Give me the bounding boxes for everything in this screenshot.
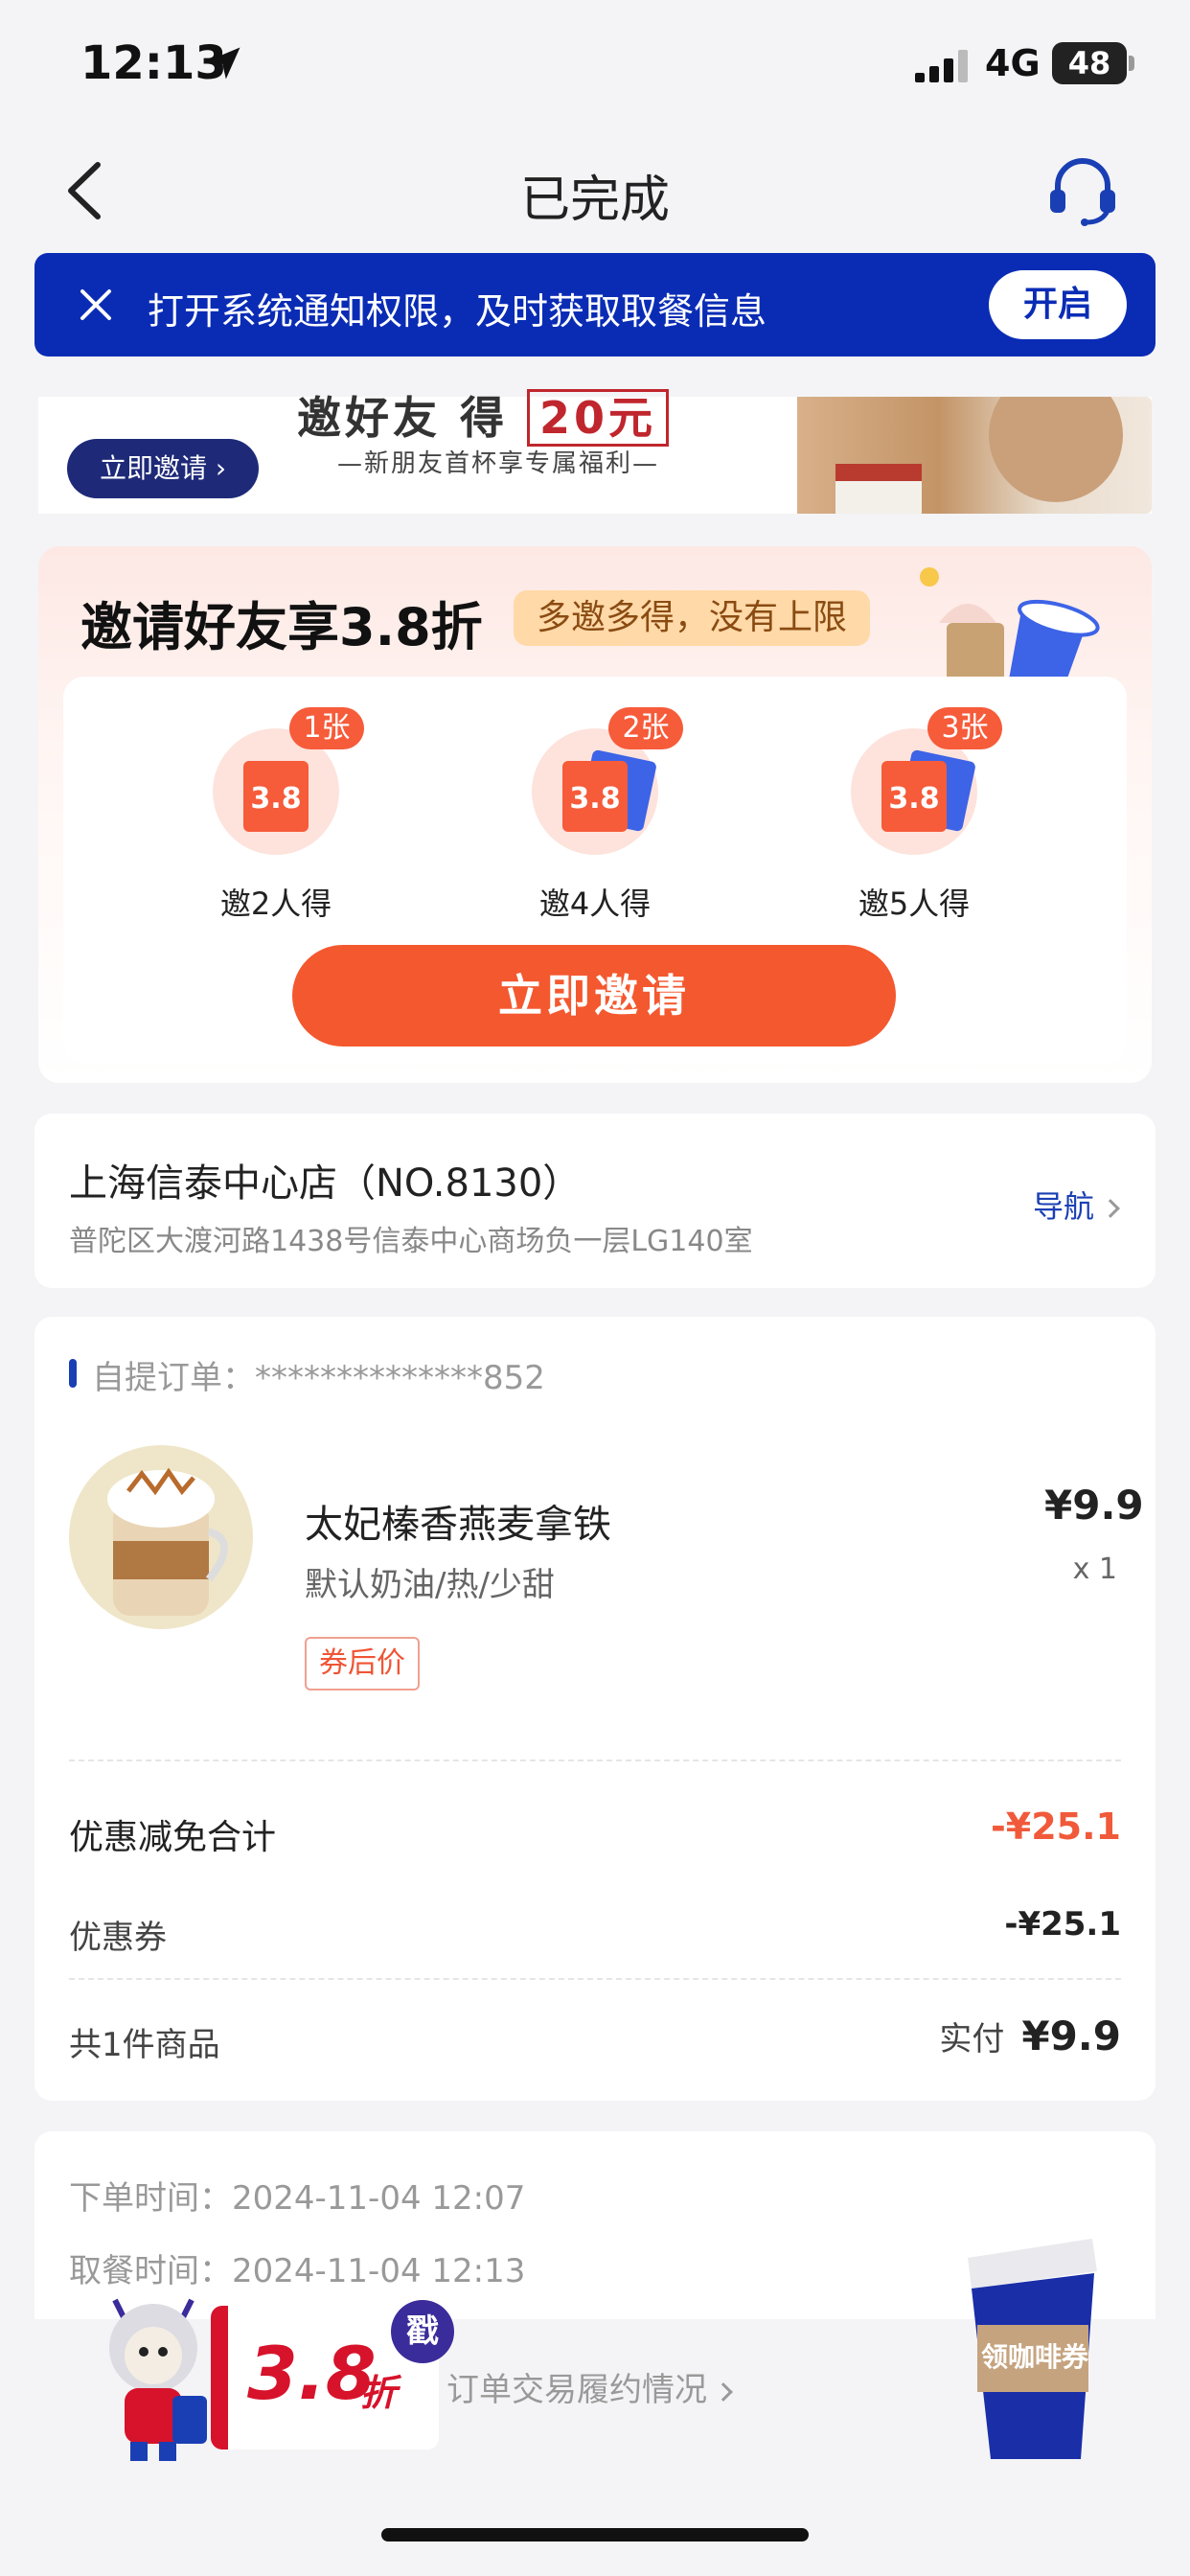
product-image (69, 1445, 253, 1629)
divider (69, 1978, 1121, 1980)
signal-icon (915, 50, 968, 82)
battery-icon: 48 (1052, 42, 1127, 84)
enable-notification-button[interactable]: 开启 (989, 270, 1127, 339)
paid-value: ¥9.9 (1021, 2012, 1121, 2059)
after-coupon-tag: 券后价 (305, 1637, 420, 1690)
invite-tier-2: 3.8 2张 邀4人得 (499, 707, 691, 924)
tier-badge: 1张 (289, 707, 364, 749)
product-spec: 默认奶油/热/少甜 (305, 1566, 555, 1604)
coupon-ticket-icon: 3.8 (881, 761, 947, 832)
coupon-value: -¥25.1 (1004, 1905, 1121, 1944)
close-icon[interactable] (75, 284, 117, 326)
section-marker (69, 1359, 77, 1388)
ticket-circle: 3.8 2张 (532, 707, 683, 855)
discount-unit: 折 (360, 2372, 398, 2414)
order-number: 自提订单：**************852 (92, 1359, 545, 1397)
order-card (34, 1317, 1156, 2101)
paid-amount: 实付 ¥9.9 (939, 2012, 1121, 2059)
tier-badge: 2张 (608, 707, 683, 749)
navigate-button[interactable]: 导航 (1033, 1183, 1120, 1227)
item-count: 共1件商品 (69, 2026, 220, 2064)
battery-tip (1129, 56, 1134, 71)
promo-subline: —新朋友首杯享专属福利— (337, 449, 660, 478)
tier-label: 邀2人得 (219, 886, 332, 922)
paid-label: 实付 (939, 2020, 1005, 2058)
invite-tier-3: 3.8 3张 邀5人得 (818, 707, 1010, 924)
product-name: 太妃榛香燕麦拿铁 (305, 1503, 611, 1547)
invite-tag: 多邀多得，没有上限 (514, 590, 871, 646)
network-type: 4G (985, 42, 1041, 84)
promo-photo (797, 397, 1152, 514)
invite-tier-1: 3.8 1张 邀2人得 (180, 707, 372, 924)
chevron-right-icon (1101, 1199, 1120, 1218)
chevron-right-icon (714, 2381, 733, 2402)
tier-badge: 3张 (927, 707, 1002, 749)
store-address: 普陀区大渡河路1438号信泰中心商场负一层LG140室 (69, 1225, 753, 1258)
tier-label: 邀4人得 (538, 886, 652, 922)
promo-headline: 邀好友 得 20元 (297, 383, 670, 447)
deer-mascot-icon (109, 2298, 207, 2461)
order-time: 下单时间：2024-11-04 12:07 (69, 2179, 526, 2218)
home-indicator (381, 2528, 809, 2542)
tier-label: 邀5人得 (858, 886, 971, 922)
coupon-label: 优惠券 (69, 1919, 167, 1957)
location-arrow-icon (208, 47, 240, 80)
product-price: ¥9.9 (1044, 1482, 1144, 1529)
coupon-ticket-icon: 3.8 (243, 761, 309, 832)
discount-total-label: 优惠减免合计 (69, 1818, 277, 1857)
ticket-circle: 3.8 1张 (213, 707, 364, 855)
store-name: 上海信泰中心店（NO.8130） (69, 1162, 582, 1206)
discount-number: 3.8 (247, 2331, 377, 2416)
promo-invite-button[interactable]: 立即邀请 › (67, 439, 259, 498)
promo-amount: 20元 (527, 389, 670, 447)
invite-title: 邀请好友享3.8折 (80, 597, 483, 657)
customer-service-headset-icon[interactable] (1044, 153, 1121, 226)
discount-total-value: -¥25.1 (991, 1806, 1121, 1848)
product-quantity: x 1 (1072, 1552, 1117, 1586)
coupon-ticket-icon: 3.8 (562, 761, 628, 832)
ticket-circle: 3.8 3张 (851, 707, 1002, 855)
divider (69, 1760, 1121, 1761)
stamp-badge[interactable]: 戳 (391, 2300, 454, 2363)
notification-text: 打开系统通知权限，及时获取取餐信息 (148, 290, 767, 333)
invite-now-button[interactable]: 立即邀请 (292, 945, 896, 1046)
coffee-coupon-label[interactable]: 领咖啡券 (968, 2336, 1102, 2375)
page-title: 已完成 (519, 172, 670, 229)
fulfillment-link[interactable]: 订单交易履约情况 (446, 2363, 733, 2410)
